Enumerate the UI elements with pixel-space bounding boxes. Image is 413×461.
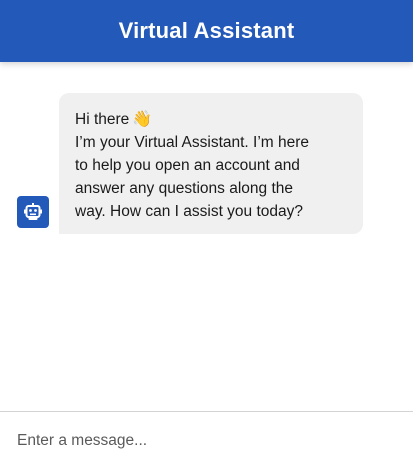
bot-avatar	[17, 196, 49, 228]
message-line-greeting: Hi there 👋	[75, 108, 349, 131]
chat-header: Virtual Assistant	[0, 0, 413, 62]
bot-message-row: Hi there 👋 I’m your Virtual Assistant. I’…	[17, 93, 363, 234]
message-composer	[0, 411, 413, 461]
chat-window: Virtual Assistant Hi there 👋 I’m your Vir…	[0, 0, 413, 461]
bot-message-bubble: Hi there 👋 I’m your Virtual Assistant. I’…	[59, 93, 363, 234]
message-line-5: way. How can I assist you today?	[75, 203, 304, 220]
message-line-4: answer any questions along the	[75, 180, 294, 197]
waving-hand-icon: 👋	[132, 111, 153, 128]
message-line-1: Hi there	[75, 111, 130, 128]
message-input[interactable]	[17, 429, 397, 453]
message-line-2: I’m your Virtual Assistant. I’m here	[75, 134, 310, 151]
message-line-3: to help you open an account and	[75, 157, 300, 174]
robot-icon	[24, 203, 42, 220]
chat-title: Virtual Assistant	[118, 18, 295, 43]
